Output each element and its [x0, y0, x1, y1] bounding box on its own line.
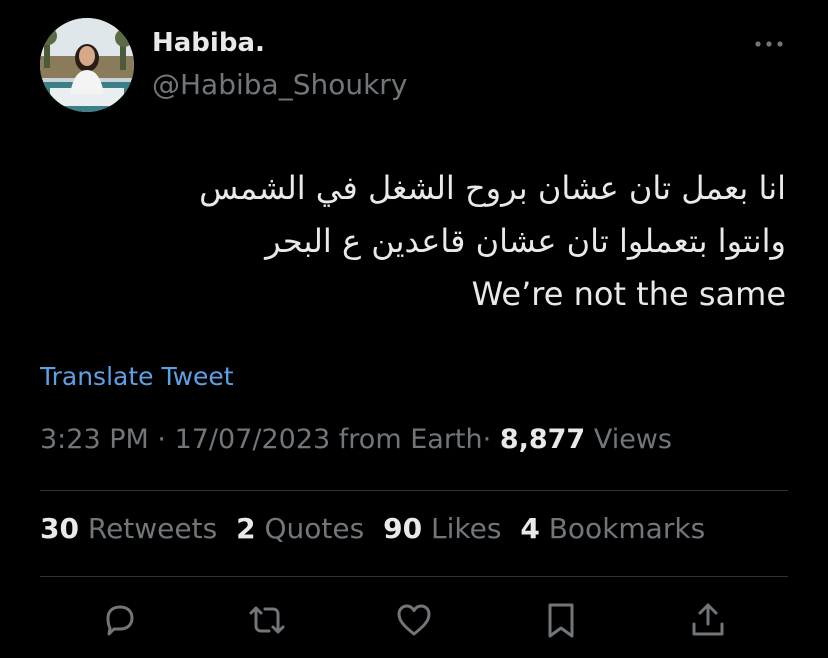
tweet-time[interactable]: 3:23 PM — [40, 424, 149, 455]
retweets-label: Retweets — [87, 512, 218, 545]
likes-label: Likes — [431, 512, 502, 545]
likes-stat[interactable]: 90 Likes — [383, 512, 501, 545]
likes-count: 90 — [383, 512, 423, 545]
retweets-count: 30 — [40, 512, 79, 545]
bookmarks-label: Bookmarks — [548, 512, 706, 545]
username-handle[interactable]: @Habiba_Shoukry — [152, 68, 407, 101]
avatar[interactable] — [40, 18, 134, 112]
share-icon[interactable] — [688, 600, 728, 640]
reply-icon[interactable] — [100, 600, 140, 640]
tweet-date[interactable]: 17/07/2023 — [175, 424, 331, 455]
bookmarks-stat[interactable]: 4 Bookmarks — [520, 512, 705, 545]
bookmarks-count: 4 — [520, 512, 540, 545]
retweets-stat[interactable]: 30 Retweets — [40, 512, 217, 545]
divider — [40, 576, 788, 577]
avatar-photo — [40, 18, 134, 112]
more-dots-icon[interactable] — [752, 34, 786, 54]
quotes-label: Quotes — [264, 512, 365, 545]
retweet-icon[interactable] — [247, 600, 287, 640]
tweet-source: from Earth — [338, 424, 483, 455]
views-label: Views — [593, 424, 672, 455]
bookmark-icon[interactable] — [541, 600, 581, 640]
views-count: 8,877 — [499, 424, 586, 455]
tweet-line-3: We’re not the same — [471, 275, 786, 313]
tweet-line-1: انا بعمل تان عشان بروح الشغل في الشمس — [199, 169, 786, 207]
display-name[interactable]: Habiba. — [152, 28, 265, 58]
tweet-meta: 3:23 PM · 17/07/2023 from Earth· 8,877 V… — [40, 424, 672, 455]
translate-tweet-link[interactable]: Translate Tweet — [40, 362, 234, 391]
tweet-line-2: وانتوا بتعملوا تان عشان قاعدين ع البحر — [265, 222, 786, 260]
meta-separator-2: · — [482, 424, 492, 455]
quotes-count: 2 — [236, 512, 256, 545]
quotes-stat[interactable]: 2 Quotes — [236, 512, 364, 545]
engagement-stats: 30 Retweets 2 Quotes 90 Likes 4 Bookmark… — [40, 512, 705, 545]
heart-icon[interactable] — [394, 600, 434, 640]
meta-separator: · — [157, 424, 166, 455]
divider — [40, 490, 788, 491]
tweet-text: انا بعمل تان عشان بروح الشغل في الشمس وا… — [66, 162, 786, 321]
